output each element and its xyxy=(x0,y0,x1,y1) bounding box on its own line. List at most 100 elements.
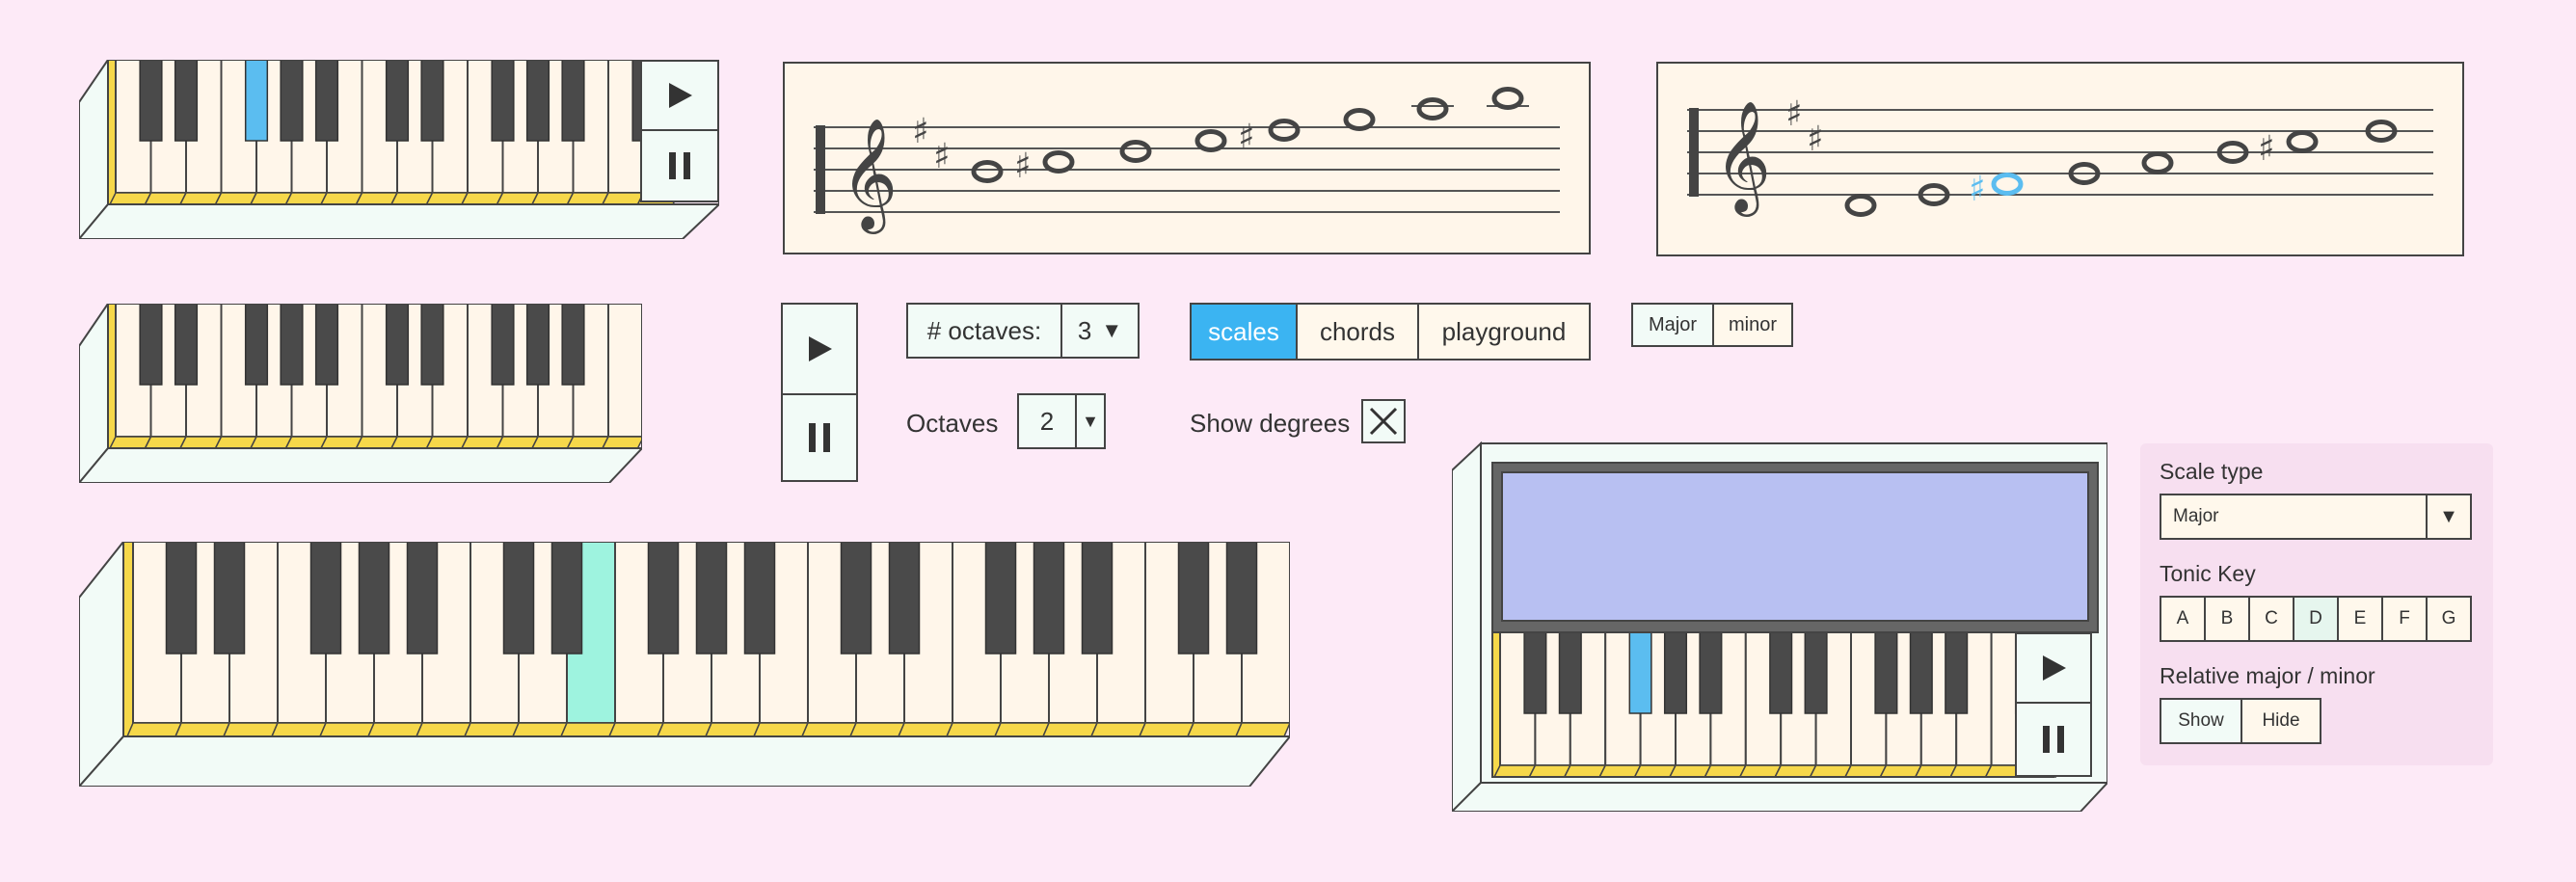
black-key[interactable] xyxy=(647,541,680,655)
black-key[interactable] xyxy=(840,541,872,655)
black-key[interactable] xyxy=(491,303,515,386)
black-key[interactable] xyxy=(1945,631,1969,714)
key-lip xyxy=(319,436,363,449)
key-lip xyxy=(1186,722,1244,737)
key-lip xyxy=(656,722,713,737)
black-key[interactable] xyxy=(174,59,199,142)
play-icon xyxy=(809,336,832,361)
black-key[interactable] xyxy=(385,59,410,142)
key-lip xyxy=(425,436,470,449)
display-screen xyxy=(1501,471,2089,622)
black-key[interactable] xyxy=(309,541,342,655)
black-key[interactable] xyxy=(525,59,550,142)
octaves-select-value: 2 xyxy=(1019,395,1077,447)
octaves-picker-value[interactable]: 3 ▼ xyxy=(1062,305,1138,357)
key-lip xyxy=(463,722,521,737)
black-key[interactable] xyxy=(139,59,163,142)
device-pause-button[interactable] xyxy=(2015,702,2092,777)
black-key[interactable] xyxy=(743,541,776,655)
keyboard-small-1-graphic xyxy=(76,56,722,242)
tonic-key-g[interactable]: G xyxy=(2428,598,2470,640)
black-key[interactable] xyxy=(174,303,199,386)
black-key[interactable] xyxy=(1874,631,1898,714)
tonic-key-e[interactable]: E xyxy=(2339,598,2383,640)
toggle-major[interactable]: Major xyxy=(1633,305,1714,345)
key-lip xyxy=(530,192,575,205)
kb1-pause-button[interactable] xyxy=(640,129,719,202)
black-key[interactable] xyxy=(280,59,304,142)
tonic-key-c[interactable]: C xyxy=(2250,598,2294,640)
black-key[interactable] xyxy=(550,541,583,655)
black-key[interactable] xyxy=(280,303,304,386)
black-key[interactable] xyxy=(1909,631,1933,714)
octaves-select[interactable]: 2 ▼ xyxy=(1017,393,1106,449)
toggle-minor[interactable]: minor xyxy=(1714,305,1791,345)
black-key[interactable] xyxy=(1769,631,1793,714)
black-key[interactable] xyxy=(984,541,1017,655)
black-key[interactable] xyxy=(385,303,410,386)
main-play-button[interactable] xyxy=(781,303,858,395)
black-key[interactable] xyxy=(1558,631,1582,714)
tonic-key-b[interactable]: B xyxy=(2206,598,2250,640)
black-key[interactable] xyxy=(491,59,515,142)
black-key[interactable] xyxy=(1177,541,1210,655)
key-lip xyxy=(355,436,399,449)
black-key[interactable] xyxy=(1523,631,1547,714)
key-lip xyxy=(1914,764,1958,778)
key-lip xyxy=(752,722,810,737)
tab-scales[interactable]: scales xyxy=(1192,305,1298,359)
black-key[interactable] xyxy=(139,303,163,386)
tab-playground[interactable]: playground xyxy=(1419,305,1589,359)
white-key[interactable] xyxy=(607,303,645,438)
key-lip xyxy=(108,436,152,449)
black-key[interactable] xyxy=(1663,631,1688,714)
black-key[interactable] xyxy=(561,303,585,386)
key-lip xyxy=(389,192,434,205)
scale-type-value: Major xyxy=(2161,495,2428,538)
black-key[interactable] xyxy=(406,541,439,655)
relative-hide[interactable]: Hide xyxy=(2242,700,2320,742)
black-key[interactable] xyxy=(561,59,585,142)
black-key[interactable] xyxy=(1804,631,1828,714)
black-key[interactable] xyxy=(314,303,339,386)
scale-type-select[interactable]: Major ▼ xyxy=(2160,494,2472,540)
chevron-down-icon[interactable]: ▼ xyxy=(1077,395,1104,447)
key-lip xyxy=(1234,722,1292,737)
key-lip xyxy=(125,722,183,737)
black-key[interactable] xyxy=(244,59,269,142)
sharp-icon: ♯ xyxy=(912,112,928,151)
device-play-button[interactable] xyxy=(2015,632,2092,704)
show-degrees-checkbox[interactable] xyxy=(1361,399,1406,443)
whole-note xyxy=(971,160,1004,183)
main-pause-button[interactable] xyxy=(781,393,858,482)
black-key[interactable] xyxy=(525,303,550,386)
black-key[interactable] xyxy=(502,541,535,655)
tonic-key-f[interactable]: F xyxy=(2383,598,2428,640)
black-key[interactable] xyxy=(165,541,198,655)
key-lip xyxy=(144,436,188,449)
black-key[interactable] xyxy=(1081,541,1114,655)
tonic-key-a[interactable]: A xyxy=(2161,598,2206,640)
black-key[interactable] xyxy=(1033,541,1065,655)
relative-show[interactable]: Show xyxy=(2161,700,2242,742)
black-key[interactable] xyxy=(314,59,339,142)
black-key[interactable] xyxy=(420,303,444,386)
black-key[interactable] xyxy=(1699,631,1723,714)
tonic-key-d[interactable]: D xyxy=(2294,598,2339,640)
black-key[interactable] xyxy=(888,541,921,655)
black-key[interactable] xyxy=(358,541,390,655)
tab-chords[interactable]: chords xyxy=(1298,305,1419,359)
octaves-picker[interactable]: # octaves: 3 ▼ xyxy=(906,303,1140,359)
black-key[interactable] xyxy=(244,303,269,386)
key-lip xyxy=(993,722,1051,737)
whole-note xyxy=(1844,194,1877,217)
black-key[interactable] xyxy=(695,541,728,655)
black-key[interactable] xyxy=(420,59,444,142)
black-key[interactable] xyxy=(1628,631,1652,714)
key-lip xyxy=(319,192,363,205)
whole-note xyxy=(2286,130,2319,153)
black-key[interactable] xyxy=(213,541,246,655)
staff-panel-1: 𝄞 ♯ ♯ ♯ ♯ xyxy=(783,62,1591,254)
black-key[interactable] xyxy=(1225,541,1258,655)
kb1-play-button[interactable] xyxy=(640,60,719,131)
